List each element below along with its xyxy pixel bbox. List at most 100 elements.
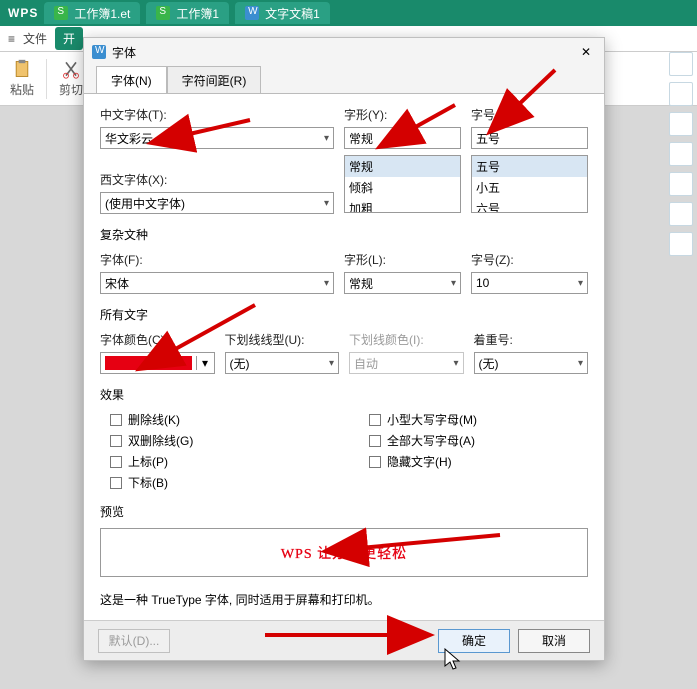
right-tool-7[interactable] <box>669 232 693 256</box>
style-opt-regular[interactable]: 常规 <box>345 156 460 177</box>
effects-title: 效果 <box>100 386 588 403</box>
style-input[interactable]: 常规 <box>344 127 461 149</box>
right-tool-3[interactable] <box>669 112 693 136</box>
paste-icon <box>12 59 32 79</box>
chk-strike[interactable]: 删除线(K) <box>110 411 329 428</box>
style-listbox[interactable]: 常规 倾斜 加粗 <box>344 155 461 213</box>
spreadsheet-icon <box>54 6 68 20</box>
size-listbox[interactable]: 五号 小五 六号 <box>471 155 588 213</box>
style-value: 常规 <box>349 130 373 147</box>
right-tool-4[interactable] <box>669 142 693 166</box>
checkbox-icon <box>110 477 122 489</box>
chevron-down-icon: ▾ <box>329 358 334 369</box>
complex-size-label: 字号(Z): <box>471 251 588 268</box>
style-opt-italic[interactable]: 倾斜 <box>345 177 460 198</box>
cancel-button[interactable]: 取消 <box>518 629 590 653</box>
chinese-font-combo[interactable]: 华文彩云 ▾ <box>100 127 334 149</box>
underline-value: (无) <box>230 355 250 372</box>
chevron-down-icon: ▾ <box>578 278 583 289</box>
chevron-down-icon: ▾ <box>324 133 329 144</box>
western-font-combo[interactable]: (使用中文字体) ▾ <box>100 192 334 214</box>
tab-font[interactable]: 字体(N) <box>96 66 167 94</box>
chk-strike-label: 删除线(K) <box>128 411 180 428</box>
tab-workbook1-et[interactable]: 工作簿1.et <box>44 2 140 24</box>
chk-super-label: 上标(P) <box>128 453 168 470</box>
right-tool-1[interactable] <box>669 52 693 76</box>
chk-hidden[interactable]: 隐藏文字(H) <box>369 453 588 470</box>
checkbox-icon <box>110 414 122 426</box>
chevron-down-icon: ▾ <box>578 358 583 369</box>
western-font-label: 西文字体(X): <box>100 171 334 188</box>
size-input[interactable]: 五号 <box>471 127 588 149</box>
chinese-font-label: 中文字体(T): <box>100 106 334 123</box>
underline-label: 下划线线型(U): <box>225 331 340 348</box>
underline-color-label: 下划线颜色(I): <box>349 331 464 348</box>
complex-font-value: 宋体 <box>105 275 129 292</box>
complex-size-combo[interactable]: 10 ▾ <box>471 272 588 294</box>
chk-sub-label: 下标(B) <box>128 474 168 491</box>
size-opt-5[interactable]: 五号 <box>472 156 587 177</box>
chk-dstrike[interactable]: 双删除线(G) <box>110 432 329 449</box>
right-tool-2[interactable] <box>669 82 693 106</box>
size-opt-6[interactable]: 六号 <box>472 198 587 213</box>
cut-button[interactable]: 剪切 <box>59 59 83 98</box>
document-icon <box>245 6 259 20</box>
dialog-body: 中文字体(T): 华文彩云 ▾ 西文字体(X): (使用中文字体) ▾ 字形(Y… <box>84 93 604 620</box>
alltext-title: 所有文字 <box>100 306 588 323</box>
dialog-footer: 默认(D)... 确定 取消 <box>84 620 604 660</box>
complex-style-value: 常规 <box>349 275 373 292</box>
right-toolbar <box>669 52 693 256</box>
checkbox-icon <box>369 456 381 468</box>
size-label: 字号(S): <box>471 106 588 123</box>
spreadsheet-icon <box>156 6 170 20</box>
complex-title: 复杂文种 <box>100 226 588 243</box>
chk-allcaps-label: 全部大写字母(A) <box>387 432 475 449</box>
chk-hidden-label: 隐藏文字(H) <box>387 453 452 470</box>
preview-text: WPS 让办公更轻松 <box>281 543 407 563</box>
ok-button[interactable]: 确定 <box>438 629 510 653</box>
paste-label: 粘贴 <box>10 81 34 98</box>
color-combo[interactable]: ▾ <box>100 352 215 374</box>
tab-label: 工作簿1.et <box>74 5 130 22</box>
chk-smallcaps[interactable]: 小型大写字母(M) <box>369 411 588 428</box>
start-tab[interactable]: 开 <box>55 27 83 50</box>
size-opt-s5[interactable]: 小五 <box>472 177 587 198</box>
file-menu[interactable]: 文件 <box>23 30 47 47</box>
chinese-font-value: 华文彩云 <box>105 130 153 147</box>
complex-font-label: 字体(F): <box>100 251 334 268</box>
chk-allcaps[interactable]: 全部大写字母(A) <box>369 432 588 449</box>
tab-spacing[interactable]: 字符间距(R) <box>167 66 262 94</box>
dialog-icon <box>92 45 106 59</box>
app-logo: WPS <box>8 6 38 20</box>
dialog-title: 字体 <box>112 44 136 61</box>
chk-smallcaps-label: 小型大写字母(M) <box>387 411 477 428</box>
default-button[interactable]: 默认(D)... <box>98 629 170 653</box>
style-opt-bold[interactable]: 加粗 <box>345 198 460 213</box>
right-tool-5[interactable] <box>669 172 693 196</box>
chevron-down-icon: ▾ <box>324 198 329 209</box>
note-text: 这是一种 TrueType 字体, 同时适用于屏幕和打印机。 <box>100 591 588 608</box>
chk-sub[interactable]: 下标(B) <box>110 474 329 491</box>
tab-document1[interactable]: 文字文稿1 <box>235 2 330 24</box>
emphasis-value: (无) <box>479 355 499 372</box>
tab-label: 工作簿1 <box>176 5 219 22</box>
underline-color-value: 自动 <box>354 355 378 372</box>
checkbox-icon <box>369 414 381 426</box>
tab-workbook1[interactable]: 工作簿1 <box>146 2 229 24</box>
right-tool-6[interactable] <box>669 202 693 226</box>
chk-super[interactable]: 上标(P) <box>110 453 329 470</box>
preview-box: WPS 让办公更轻松 <box>100 528 588 577</box>
underline-color-combo: 自动 ▾ <box>349 352 464 374</box>
font-dialog: 字体 ✕ 字体(N) 字符间距(R) 中文字体(T): 华文彩云 ▾ 西文字体(… <box>83 37 605 661</box>
western-font-value: (使用中文字体) <box>105 195 185 212</box>
paste-button[interactable]: 粘贴 <box>10 59 34 98</box>
complex-style-combo[interactable]: 常规 ▾ <box>344 272 461 294</box>
dialog-titlebar: 字体 ✕ <box>84 38 604 66</box>
emphasis-combo[interactable]: (无) ▾ <box>474 352 589 374</box>
style-label: 字形(Y): <box>344 106 461 123</box>
hamburger-icon[interactable]: ≡ <box>8 32 15 46</box>
underline-combo[interactable]: (无) ▾ <box>225 352 340 374</box>
complex-size-value: 10 <box>476 276 489 290</box>
close-icon[interactable]: ✕ <box>576 45 596 59</box>
complex-font-combo[interactable]: 宋体 ▾ <box>100 272 334 294</box>
